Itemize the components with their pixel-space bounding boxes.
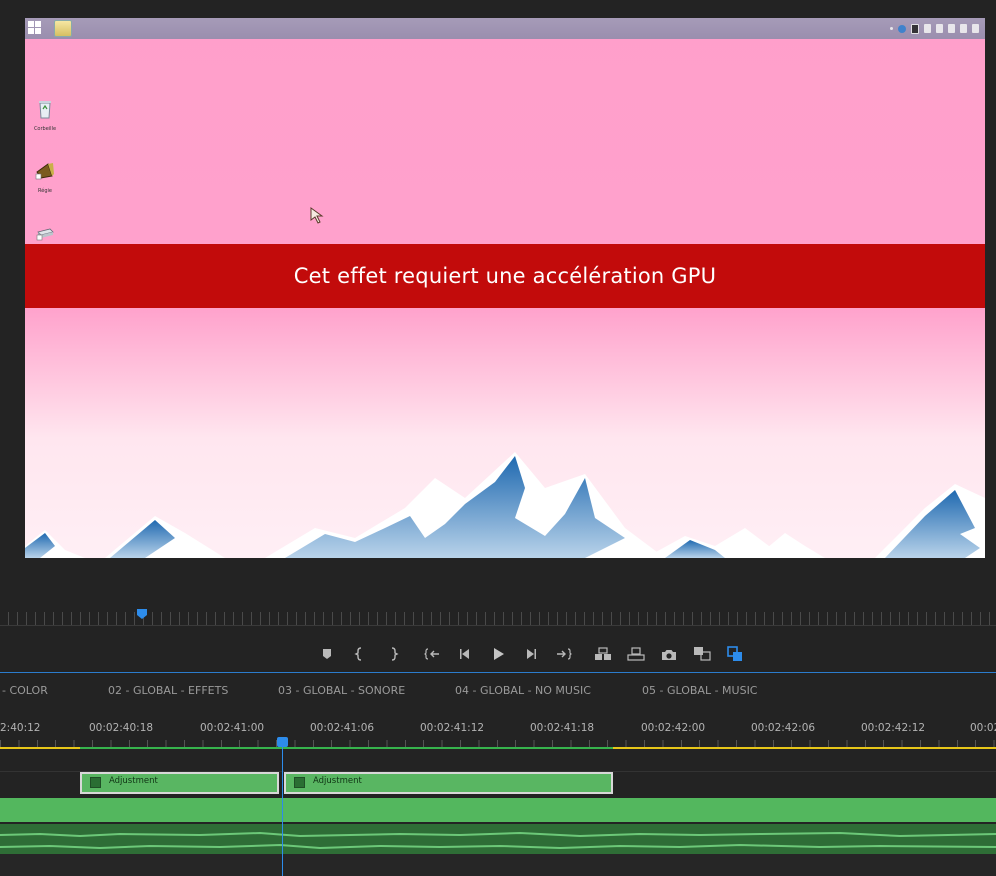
transport-controls: [316, 643, 757, 665]
timecode-label: 00:02:42:06: [751, 722, 816, 734]
tab-sequence-color[interactable]: - COLOR: [2, 684, 48, 697]
volume-icon: [924, 24, 931, 33]
file-explorer-icon: [54, 20, 72, 37]
windows-taskbar: [25, 18, 985, 39]
step-back-button[interactable]: [454, 643, 476, 665]
timecode-label: 00:02:42:12: [861, 722, 926, 734]
overwrite-button[interactable]: [625, 643, 647, 665]
app-tray-icon: [911, 23, 919, 34]
step-forward-icon: [527, 649, 536, 659]
desktop-icon-regie: Régie: [25, 160, 65, 194]
clip-name: Adjustment: [313, 776, 362, 786]
marker-icon: [323, 649, 331, 659]
timecode-label: 00:02:41:06: [310, 722, 375, 734]
insert-icon: [595, 647, 611, 660]
video-clip[interactable]: [0, 798, 996, 822]
tray-icon: [960, 24, 967, 33]
adjustment-clip[interactable]: Adjustment: [80, 772, 279, 794]
tab-sequence-music[interactable]: 05 - GLOBAL - MUSIC: [642, 684, 758, 697]
empty-track-area: [0, 854, 996, 876]
desktop-icon-label: Corbeille: [33, 126, 57, 132]
tray-icon: [948, 24, 955, 33]
flag-icon: [972, 24, 979, 33]
rendered-area-bar: [80, 747, 613, 749]
timeline-ticks: [0, 740, 996, 747]
go-to-out-button[interactable]: [553, 643, 575, 665]
network-icon: [936, 24, 943, 33]
clip-name: Adjustment: [109, 776, 158, 786]
timecode-label: 00:02:41:18: [530, 722, 595, 734]
recycle-bin-icon: [39, 101, 51, 119]
megaphone-icon: [35, 163, 54, 180]
work-area-bar[interactable]: [613, 747, 996, 749]
timecode-label: 00:02:42:00: [641, 722, 706, 734]
insert-button[interactable]: [592, 643, 614, 665]
comparison-view-button[interactable]: [691, 643, 713, 665]
gpu-warning-text: Cet effet requiert une accélération GPU: [293, 264, 717, 288]
mark-in-button[interactable]: [349, 643, 371, 665]
step-forward-button[interactable]: [520, 643, 542, 665]
mark-in-icon: [354, 647, 362, 661]
desktop-icon-recycle-bin: Corbeille: [25, 98, 65, 132]
timeline-timecode-ruler[interactable]: 2:40:12 00:02:40:18 00:02:41:00 00:02:41…: [0, 722, 996, 738]
timecode-label: 2:40:12: [0, 722, 41, 734]
windows-logo-icon: [28, 21, 42, 35]
timecode-label: 00:02:41:00: [200, 722, 265, 734]
desktop-icon-label: Régie: [38, 188, 52, 194]
sequence-tabs: - COLOR 02 - GLOBAL - EFFETS 03 - GLOBAL…: [0, 684, 996, 700]
play-button[interactable]: [487, 643, 509, 665]
work-area-bar[interactable]: [0, 747, 80, 749]
go-to-out-icon: [557, 648, 572, 660]
drive-icon: [36, 228, 54, 241]
adjustment-clip[interactable]: Adjustment: [284, 772, 613, 794]
audio-waveform: [0, 832, 996, 838]
audio-waveform: [0, 844, 996, 850]
tab-sequence-no-music[interactable]: 04 - GLOBAL - NO MUSIC: [455, 684, 591, 697]
tab-sequence-effets[interactable]: 02 - GLOBAL - EFFETS: [108, 684, 228, 697]
monitor-time-ruler[interactable]: [0, 612, 996, 626]
fx-badge-icon: [90, 777, 101, 788]
toggle-proxies-button[interactable]: [724, 643, 746, 665]
fx-badge-icon: [294, 777, 305, 788]
mark-out-icon: [391, 647, 399, 661]
play-icon: [494, 648, 504, 660]
export-frame-button[interactable]: [658, 643, 680, 665]
mark-out-button[interactable]: [382, 643, 404, 665]
go-to-in-icon: [424, 648, 439, 660]
camera-icon: [662, 649, 676, 660]
program-monitor[interactable]: Corbeille Régie Cet effet requiert une a…: [25, 18, 985, 558]
tray-arrow-icon: [890, 27, 893, 30]
telegram-icon: [898, 24, 906, 33]
desktop-icon-drive: [25, 220, 65, 246]
overwrite-icon: [627, 647, 645, 661]
add-marker-button[interactable]: [316, 643, 338, 665]
mouse-cursor-icon: [310, 207, 324, 224]
timecode-label: 00:02:41:12: [420, 722, 485, 734]
comparison-view-icon: [694, 647, 711, 661]
step-back-icon: [460, 649, 469, 659]
audio-clip[interactable]: [0, 824, 996, 854]
ruler-baseline: [0, 625, 996, 626]
system-tray: [890, 23, 979, 34]
timecode-label: 00:02:40:18: [89, 722, 154, 734]
tab-sequence-sonore[interactable]: 03 - GLOBAL - SONORE: [278, 684, 405, 697]
timeline-playhead-line: [282, 742, 283, 876]
panel-focus-line: [0, 672, 996, 673]
go-to-in-button[interactable]: [421, 643, 443, 665]
proxy-toggle-icon: [727, 646, 742, 661]
timeline-playhead[interactable]: [277, 737, 288, 747]
timecode-label: 00:02: [970, 722, 996, 734]
gpu-warning-banner: Cet effet requiert une accélération GPU: [25, 244, 985, 308]
mountains-illustration: [25, 452, 985, 558]
